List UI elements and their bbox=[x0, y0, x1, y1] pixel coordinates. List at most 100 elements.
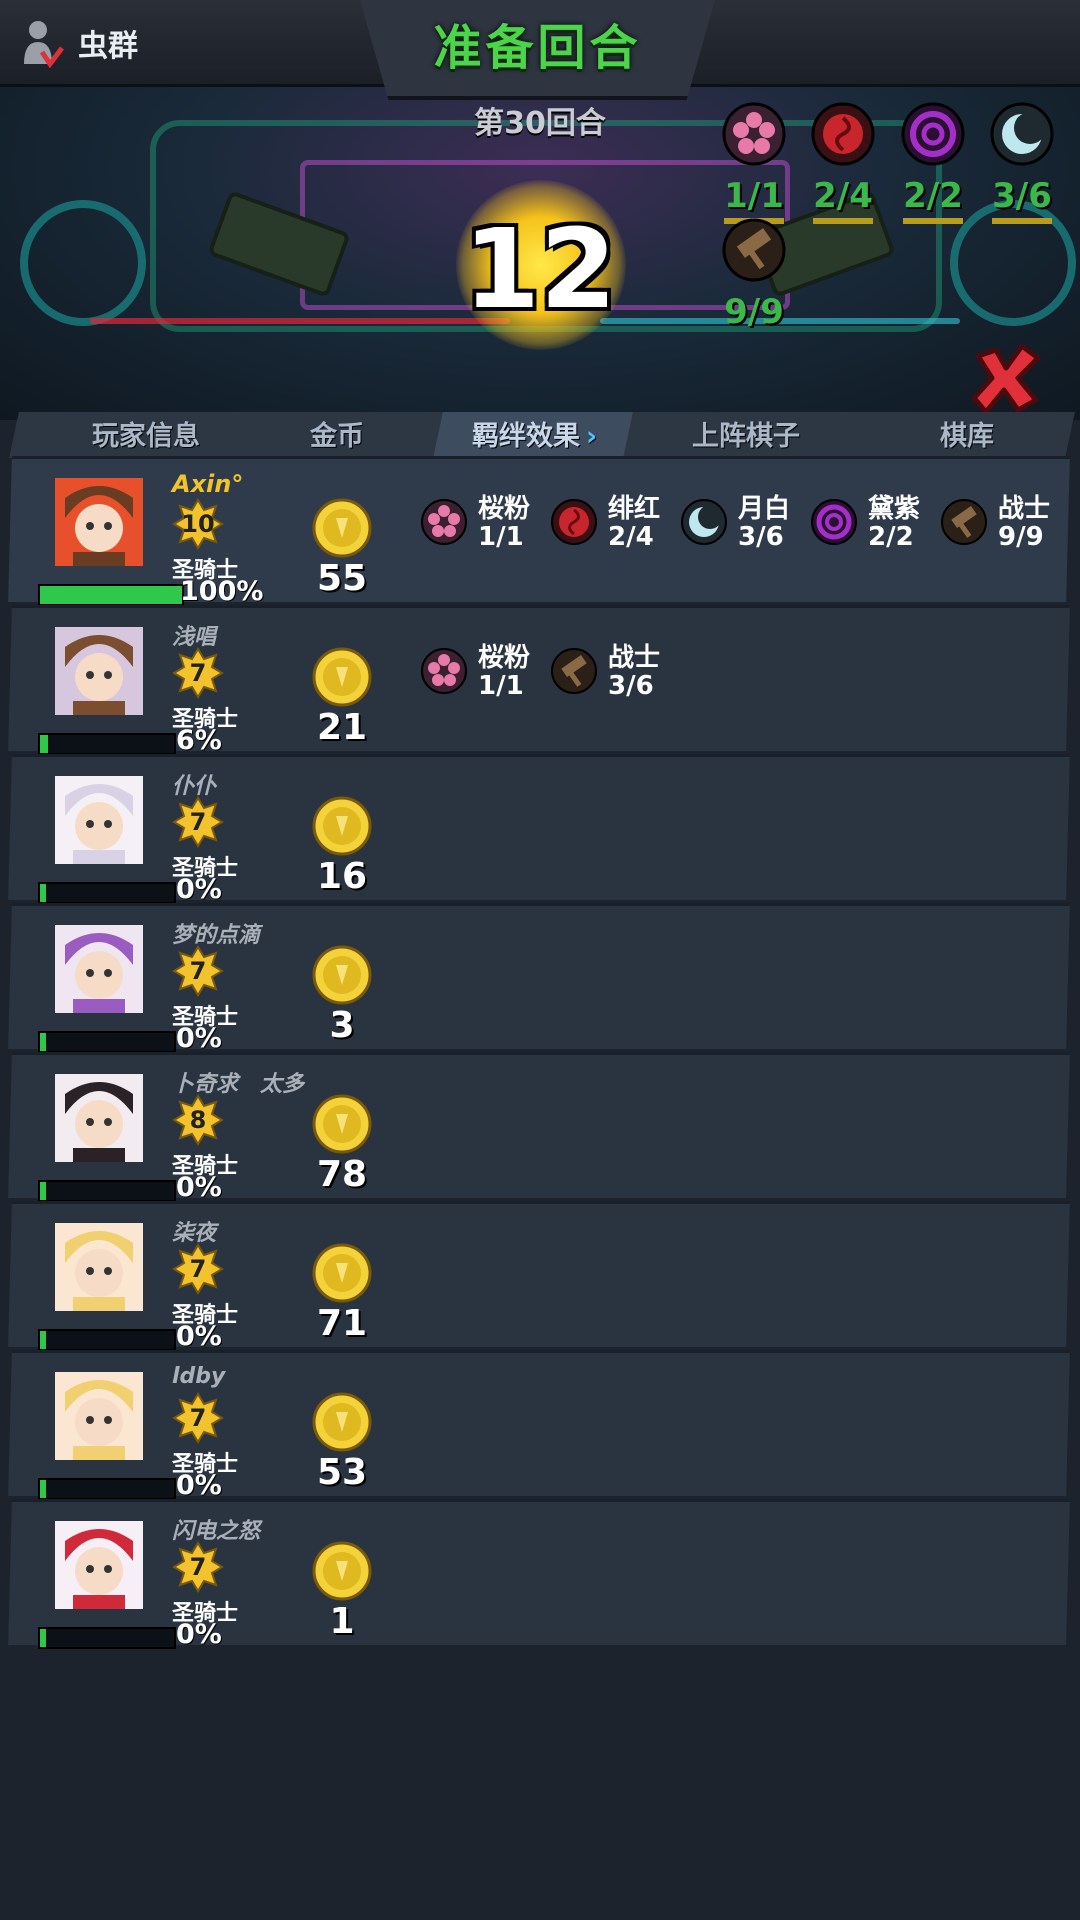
player-avatar[interactable] bbox=[55, 1074, 143, 1162]
synergy-count: 2/4 bbox=[608, 522, 654, 552]
tab-synergy[interactable]: 羁绊效果 › bbox=[472, 414, 597, 453]
gold-coin-icon bbox=[312, 1094, 372, 1154]
synergy-count: 3/6 bbox=[738, 522, 784, 552]
hp-bar bbox=[38, 882, 176, 904]
synergy-entry[interactable]: 绯红 2/4 bbox=[550, 488, 680, 558]
player-row[interactable] bbox=[8, 754, 1070, 900]
synergy-progress-bar bbox=[903, 218, 963, 224]
rose-icon bbox=[551, 499, 597, 545]
player-gold: 1 bbox=[329, 1601, 355, 1642]
hp-bar-fill bbox=[40, 1629, 46, 1647]
top-synergy-sakura[interactable]: 1/1 bbox=[714, 102, 794, 224]
hp-bar-fill bbox=[40, 1331, 46, 1349]
synergy-entry[interactable]: 战士 9/9 bbox=[940, 488, 1070, 558]
player-row[interactable] bbox=[8, 1052, 1070, 1198]
top-synergy-moon[interactable]: 3/6 bbox=[982, 102, 1062, 224]
player-level: 10 bbox=[181, 510, 215, 538]
gold-coin-icon bbox=[312, 945, 372, 1005]
top-synergy-swirl[interactable]: 2/2 bbox=[893, 102, 973, 224]
gold-coin-icon bbox=[312, 647, 372, 707]
synergy-name: 绯红 bbox=[608, 494, 661, 524]
hp-bar-fill bbox=[40, 1033, 46, 1051]
top-synergy-hammer[interactable]: 9/9 bbox=[714, 218, 794, 332]
synergy-count: 1/1 bbox=[478, 522, 524, 552]
player-gold: 53 bbox=[316, 1452, 368, 1493]
gold-coin-icon bbox=[312, 498, 372, 558]
player-faction-icon bbox=[24, 21, 64, 68]
player-avatar[interactable] bbox=[55, 1521, 143, 1609]
top-synergy-rose[interactable]: 2/4 bbox=[803, 102, 883, 224]
player-name: Axin° bbox=[172, 470, 244, 498]
player-avatar[interactable] bbox=[55, 925, 143, 1013]
synergy-progress-bar bbox=[813, 218, 873, 224]
tab-gold[interactable]: 金币 bbox=[310, 414, 364, 453]
gold-coin-icon bbox=[312, 1392, 372, 1452]
tab-unit-pool[interactable]: 棋库 bbox=[940, 414, 994, 453]
gold-coin-icon bbox=[312, 1541, 372, 1601]
player-level: 7 bbox=[189, 808, 207, 836]
player-row[interactable] bbox=[8, 1350, 1070, 1496]
moon-icon bbox=[681, 499, 727, 545]
synergy-entry[interactable]: 战士 3/6 bbox=[550, 637, 680, 707]
gold-coin-icon bbox=[312, 796, 372, 856]
hp-bar bbox=[38, 1478, 176, 1500]
hp-percent: 0% bbox=[176, 874, 222, 905]
player-gold: 16 bbox=[316, 856, 368, 897]
hp-bar-fill bbox=[40, 1182, 46, 1200]
synergy-count: 1/1 bbox=[478, 671, 524, 701]
hp-bar-fill bbox=[40, 884, 46, 902]
hp-percent: 6% bbox=[176, 725, 222, 756]
player-level: 8 bbox=[189, 1106, 207, 1134]
swirl-icon bbox=[811, 499, 857, 545]
phase-title: 准备回合 bbox=[433, 20, 642, 76]
player-level: 7 bbox=[189, 1404, 207, 1432]
synergy-name: 战士 bbox=[998, 494, 1051, 524]
synergy-entry[interactable]: 月白 3/6 bbox=[680, 488, 810, 558]
player-avatar[interactable] bbox=[55, 627, 143, 715]
player-row[interactable] bbox=[8, 1201, 1070, 1347]
synergy-entry[interactable]: 黛紫 2/2 bbox=[810, 488, 940, 558]
sakura-icon bbox=[421, 648, 467, 694]
player-avatar[interactable] bbox=[55, 1372, 143, 1460]
hp-bar bbox=[38, 1031, 176, 1053]
hp-percent: 0% bbox=[176, 1619, 222, 1650]
player-avatar[interactable] bbox=[55, 776, 143, 864]
player-gold: 3 bbox=[329, 1005, 355, 1046]
player-level: 7 bbox=[189, 1255, 207, 1283]
chevron-right-icon: › bbox=[586, 421, 598, 452]
round-label: 第30回合 bbox=[474, 106, 606, 141]
hp-percent: 0% bbox=[176, 1470, 222, 1501]
synergy-name: 月白 bbox=[738, 494, 791, 524]
hp-bar bbox=[38, 584, 184, 606]
hp-bar-fill bbox=[40, 586, 182, 604]
synergy-entry[interactable]: 桜粉 1/1 bbox=[420, 488, 550, 558]
tab-player-info[interactable]: 玩家信息 bbox=[92, 414, 200, 453]
player-row[interactable] bbox=[8, 903, 1070, 1049]
synergy-count: 3/6 bbox=[608, 671, 654, 701]
player-level: 7 bbox=[189, 659, 207, 687]
hp-bar bbox=[38, 1180, 176, 1202]
sakura-icon bbox=[421, 499, 467, 545]
hp-percent: 0% bbox=[176, 1023, 222, 1054]
player-level: 7 bbox=[189, 1553, 207, 1581]
rose-icon bbox=[811, 102, 875, 166]
close-icon[interactable] bbox=[966, 338, 1046, 418]
synergy-name: 黛紫 bbox=[868, 494, 921, 524]
player-name: ldby bbox=[172, 1364, 226, 1389]
synergy-entry[interactable]: 桜粉 1/1 bbox=[420, 637, 550, 707]
player-row[interactable] bbox=[8, 1499, 1070, 1645]
synergy-name: 桜粉 bbox=[478, 643, 531, 673]
hp-bar-fill bbox=[40, 1480, 46, 1498]
player-avatar[interactable] bbox=[55, 478, 143, 566]
player-gold: 71 bbox=[316, 1303, 368, 1344]
hp-bar bbox=[38, 733, 176, 755]
player-avatar[interactable] bbox=[55, 1223, 143, 1311]
synergy-name: 桜粉 bbox=[478, 494, 531, 524]
hammer-icon bbox=[551, 648, 597, 694]
hp-bar bbox=[38, 1329, 176, 1351]
sakura-icon bbox=[722, 102, 786, 166]
synergy-count: 9/9 bbox=[998, 522, 1044, 552]
tab-fielded-units[interactable]: 上阵棋子 bbox=[692, 414, 800, 453]
synergy-count: 2/2 bbox=[868, 522, 914, 552]
faction-indicator[interactable]: 虫群 bbox=[20, 18, 138, 68]
